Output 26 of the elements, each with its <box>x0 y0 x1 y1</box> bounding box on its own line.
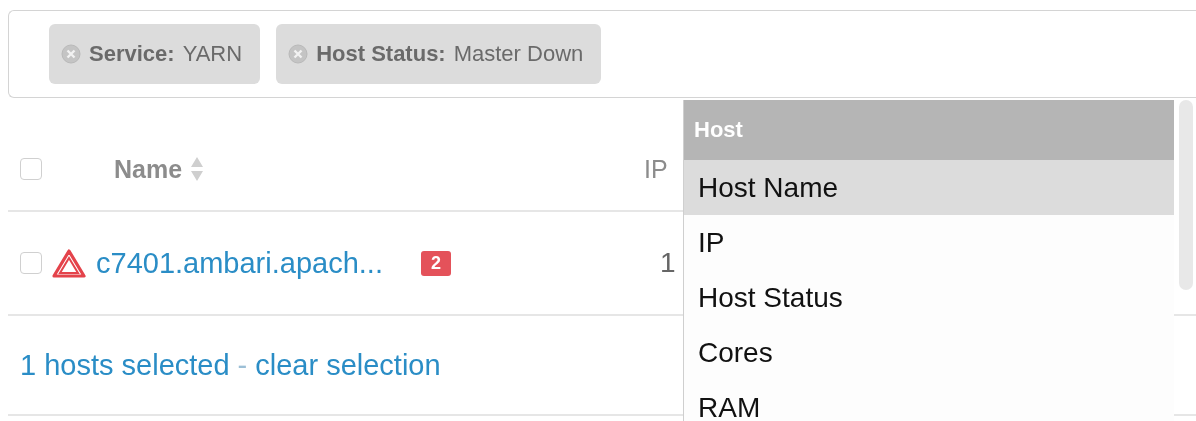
alert-count[interactable]: 2 <box>420 250 451 276</box>
menu-item[interactable]: IP <box>684 215 1174 270</box>
filter-bar[interactable]: Service: YARN Host Status: Master Down <box>8 10 1196 98</box>
sort-icon[interactable] <box>190 156 205 182</box>
filter-value: Master Down <box>453 41 584 67</box>
ip-cell: 1 <box>660 247 676 279</box>
remove-icon[interactable] <box>288 44 309 64</box>
column-header[interactable]: IP <box>644 154 668 184</box>
menu-group-header: Host <box>684 100 1174 160</box>
row-checkbox[interactable] <box>20 252 42 274</box>
filter-label: Service: <box>89 41 175 67</box>
selection-count-link[interactable]: 1 hosts selected <box>20 348 230 382</box>
menu-item[interactable]: Host Name <box>684 160 1174 215</box>
filter-chip[interactable]: Host Status: Master Down <box>276 24 602 84</box>
separator-text: - <box>237 348 248 382</box>
menu-item[interactable]: RAM <box>684 380 1174 421</box>
menu-item[interactable]: Cores <box>684 325 1174 380</box>
column-header[interactable]: Name <box>114 154 183 184</box>
select-all-checkbox[interactable] <box>20 158 42 180</box>
remove-icon[interactable] <box>61 44 81 64</box>
filter-label: Host Status: <box>316 41 446 67</box>
menu-item[interactable]: Host Status <box>684 270 1174 325</box>
clear-selection-link[interactable]: clear selection <box>255 348 441 382</box>
filter-chip[interactable]: Service: YARN <box>49 24 261 84</box>
filter-value: YARN <box>182 41 243 67</box>
host-name-link[interactable]: c7401.ambari.apach... <box>96 246 383 280</box>
